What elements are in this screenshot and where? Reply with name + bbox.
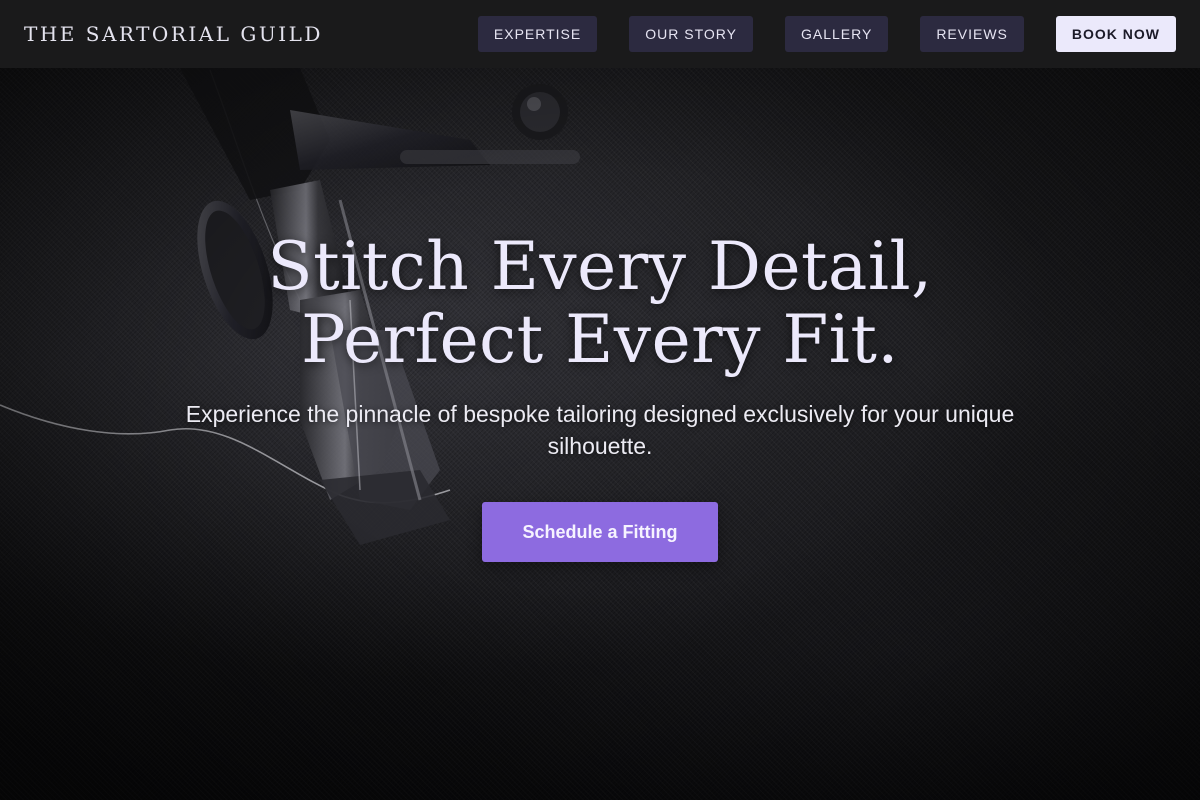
nav-link-expertise[interactable]: EXPERTISE [477, 16, 598, 52]
hero-subtitle: Experience the pinnacle of bespoke tailo… [185, 401, 1015, 459]
nav-link-gallery[interactable]: GALLERY [784, 16, 889, 52]
brand-logo-text[interactable]: THE SARTORIAL GUILD [24, 22, 323, 46]
book-now-button[interactable]: BOOK NOW [1055, 16, 1176, 52]
main-nav: EXPERTISE OUR STORY GALLERY REVIEWS BOOK… [477, 16, 1176, 52]
hero-headline: Stitch Every Detail, Perfect Every Fit. [267, 228, 933, 378]
hero-content: Stitch Every Detail, Perfect Every Fit. … [0, 230, 1200, 562]
top-navigation-bar: THE SARTORIAL GUILD EXPERTISE OUR STORY … [0, 0, 1200, 68]
nav-link-reviews[interactable]: REVIEWS [920, 16, 1024, 52]
schedule-fitting-button[interactable]: Schedule a Fitting [482, 502, 718, 562]
nav-link-our-story[interactable]: OUR STORY [629, 16, 753, 52]
